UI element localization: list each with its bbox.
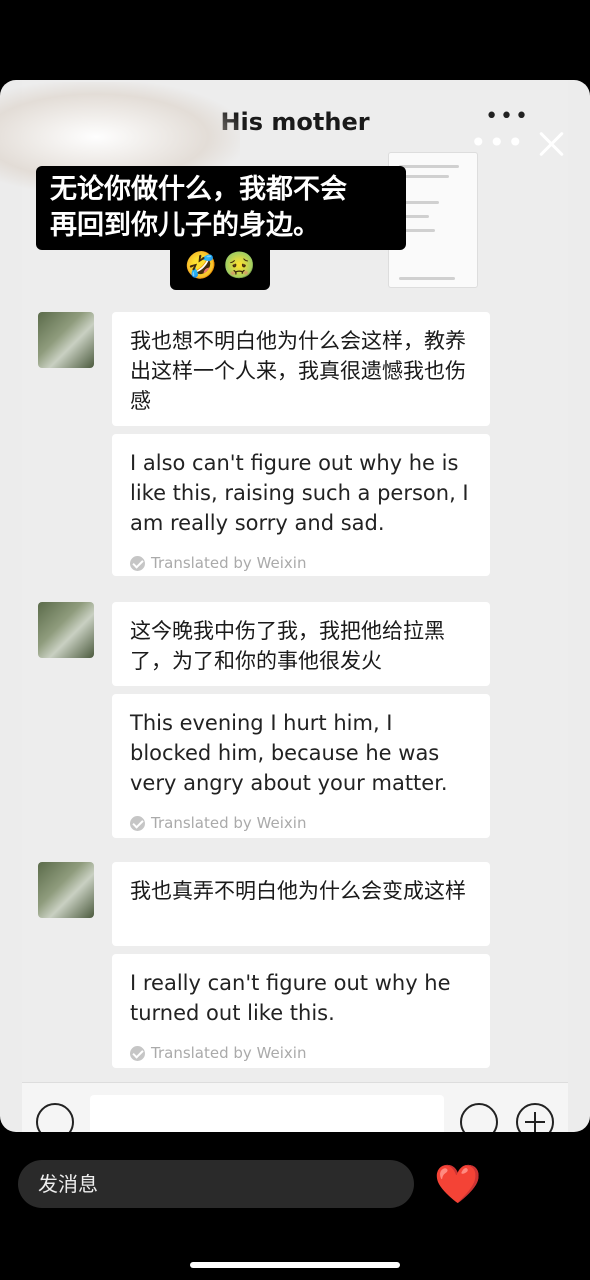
avatar: [38, 312, 94, 368]
translated-by-label: Translated by Weixin: [151, 1044, 307, 1062]
translation-bubble: I really can't figure out why he turned …: [112, 954, 490, 1068]
heart-reaction-button[interactable]: ❤️: [434, 1158, 481, 1210]
translated-by-label: Translated by Weixin: [151, 814, 307, 832]
avatar: [38, 602, 94, 658]
check-icon: [130, 555, 145, 571]
caption-emojis: 🤣 🤢: [170, 242, 270, 290]
translated-by-label: Translated by Weixin: [151, 554, 307, 572]
avatar: [38, 862, 94, 918]
message-bubble: 这今晚我中伤了我，我把他给拉黑了，为了和你的事他很发火: [112, 602, 490, 686]
nauseated-emoji: 🤢: [223, 251, 256, 281]
message-text: 这今晚我中伤了我，我把他给拉黑了，为了和你的事他很发火: [130, 619, 445, 673]
caption-line: 无论你做什么，我都不会: [50, 174, 347, 205]
message-bubble: 我也想不明白他为什么会这样，教养出这样一个人来，我真很遗憾我也伤感: [112, 312, 490, 426]
close-icon[interactable]: [538, 130, 566, 158]
home-indicator: [190, 1262, 400, 1268]
message-text: 我也想不明白他为什么会这样，教养出这样一个人来，我真很遗憾我也伤感: [130, 329, 466, 413]
message-text: 我也真弄不明白他为什么会变成这样: [130, 879, 466, 903]
laugh-reaction-button[interactable]: 😆: [496, 1158, 536, 1210]
more-horizontal-icon[interactable]: •••: [470, 126, 526, 159]
translation-text: This evening I hurt him, I blocked him, …: [130, 711, 448, 795]
chat-input-bar: [22, 1082, 568, 1132]
translation-text: I really can't figure out why he turned …: [130, 971, 451, 1025]
translation-bubble: I also can't figure out why he is like t…: [112, 434, 490, 576]
plus-icon: [516, 1103, 554, 1132]
check-icon: [130, 1045, 145, 1061]
message-bubble: 我也真弄不明白他为什么会变成这样: [112, 862, 490, 946]
wow-reaction-button[interactable]: 😮: [558, 1158, 590, 1210]
check-icon: [130, 815, 145, 831]
chat-text-field: [90, 1095, 444, 1132]
emoji-icon: [460, 1103, 498, 1132]
translation-bubble: This evening I hurt him, I blocked him, …: [112, 694, 490, 838]
caption-line: 再回到你儿子的身边。: [50, 210, 320, 241]
story-caption: 无论你做什么，我都不会 再回到你儿子的身边。: [36, 166, 406, 250]
rofl-emoji: 🤣: [184, 251, 217, 281]
translation-text: I also can't figure out why he is like t…: [130, 451, 469, 535]
voice-icon: [36, 1103, 74, 1132]
reply-input[interactable]: 发消息: [18, 1160, 414, 1208]
